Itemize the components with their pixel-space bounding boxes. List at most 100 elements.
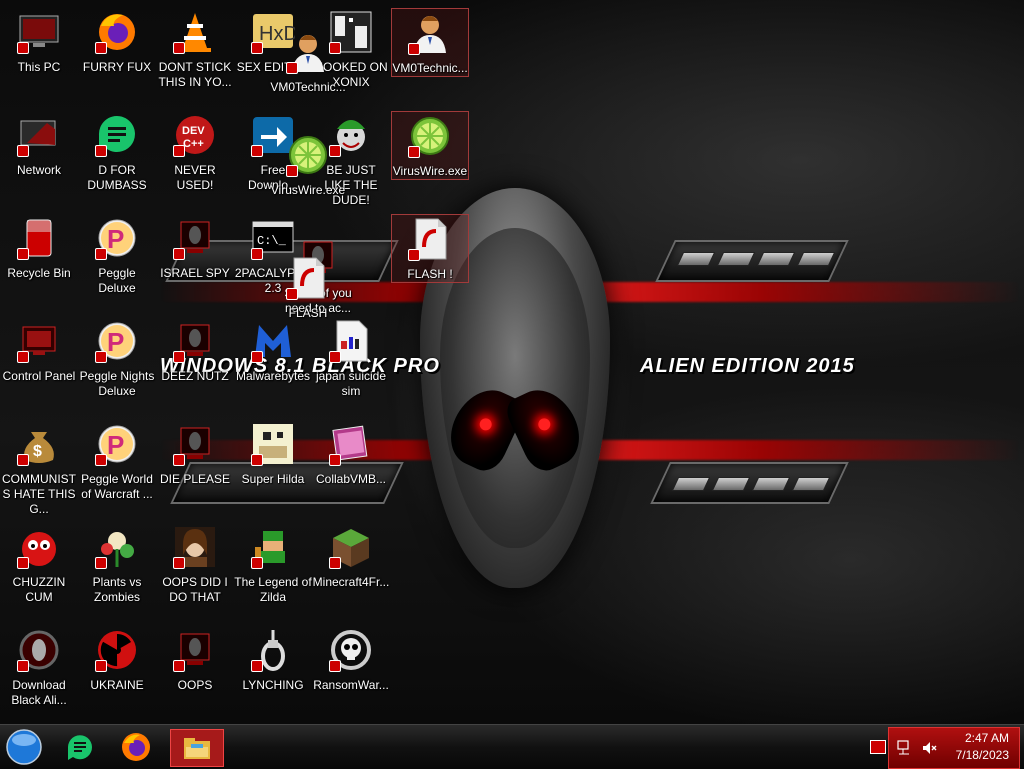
desktop-icon-network[interactable]: Network bbox=[1, 111, 77, 178]
peggle-icon: P bbox=[93, 420, 141, 468]
shortcut-arrow-icon bbox=[95, 351, 107, 363]
desktop-icon-super-hilda[interactable]: Super Hilda bbox=[235, 420, 311, 487]
shortcut-arrow-icon bbox=[251, 248, 263, 260]
desktop-icon-d-for-dumbass[interactable]: D FOR DUMBASS bbox=[79, 111, 155, 193]
svg-text:P: P bbox=[107, 327, 124, 357]
desktop-icon-label: Peggle Nights Deluxe bbox=[79, 369, 155, 398]
wallpaper-slots bbox=[671, 477, 831, 491]
network-icon[interactable] bbox=[897, 740, 913, 756]
svg-text:P: P bbox=[107, 430, 124, 460]
desktop-icon-label: ISRAEL SPY bbox=[160, 266, 230, 280]
peggle-icon: P bbox=[93, 317, 141, 365]
shortcut-arrow-icon bbox=[251, 145, 263, 157]
clock[interactable]: 2:47 AM 7/18/2023 bbox=[956, 730, 1009, 764]
desktop-icon-communists-hate-this-g[interactable]: $ COMMUNISTS HATE THIS G... bbox=[1, 420, 77, 517]
desktop-icon-recycle-bin[interactable]: Recycle Bin bbox=[1, 214, 77, 281]
desktop-icon-dont-stick-this-in-yo[interactable]: DONT STICK THIS IN YO... bbox=[157, 8, 233, 90]
doctor-avatar-icon bbox=[406, 9, 454, 57]
desktop-icon-die-please[interactable]: DIE PLEASE bbox=[157, 420, 233, 487]
start-button[interactable] bbox=[4, 729, 44, 765]
taskbar-explorer-button[interactable] bbox=[170, 729, 224, 767]
desktop-icon-never-used[interactable]: DEV C++ NEVER USED! bbox=[157, 111, 233, 193]
desktop-icon-plants-vs-zombies[interactable]: Plants vs Zombies bbox=[79, 523, 155, 605]
desktop-icon-label: Peggle Deluxe bbox=[98, 266, 136, 295]
shortcut-arrow-icon bbox=[251, 42, 263, 54]
folder-icon bbox=[184, 738, 210, 759]
shortcut-arrow-icon bbox=[17, 660, 29, 672]
desktop: WINDOWS 8.1 BLACK PRO ALIEN EDITION 2015… bbox=[0, 0, 1024, 724]
desktop-icon-label: japan suicide sim bbox=[315, 369, 387, 398]
desktop-icon-japan-suicide-sim[interactable]: japan suicide sim bbox=[313, 317, 389, 399]
clock-date: 7/18/2023 bbox=[955, 748, 1009, 762]
shortcut-arrow-icon bbox=[95, 145, 107, 157]
desktop-icon-label: Malwarebytes bbox=[235, 369, 311, 383]
lime-icon bbox=[406, 112, 454, 160]
desktop-icon-control-panel[interactable]: Control Panel bbox=[1, 317, 77, 384]
svg-text:DEV: DEV bbox=[182, 125, 205, 137]
shortcut-arrow-icon bbox=[408, 249, 420, 261]
shortcut-arrow-icon bbox=[286, 165, 298, 177]
shortcut-arrow-icon bbox=[329, 351, 341, 363]
chuzzle-icon bbox=[15, 523, 63, 571]
shortcut-arrow-icon bbox=[173, 145, 185, 157]
desktop-icon-flash[interactable]: FLASH bbox=[270, 254, 346, 321]
shortcut-arrow-icon bbox=[17, 557, 29, 569]
desktop-icon-peggle-nights-deluxe[interactable]: P Peggle Nights Deluxe bbox=[79, 317, 155, 399]
desktop-icon-download-black-ali[interactable]: Download Black Ali... bbox=[1, 626, 77, 708]
desktop-icon-label: D FOR DUMBASS bbox=[87, 163, 147, 192]
grass-block-icon bbox=[327, 523, 375, 571]
shortcut-arrow-icon bbox=[17, 145, 29, 157]
desktop-icon-viruswire-exe[interactable]: VirusWire.exe bbox=[270, 131, 346, 198]
desktop-icon-chuzzin-cum[interactable]: CHUZZIN CUM bbox=[1, 523, 77, 605]
desktop-icon-vm0technic[interactable]: VM0Technic... bbox=[270, 28, 346, 95]
desktop-icon-label: Control Panel bbox=[2, 369, 76, 383]
desktop-icon-ukraine[interactable]: UKRAINE bbox=[79, 626, 155, 693]
desktop-icon-lynching[interactable]: LYNCHING bbox=[235, 626, 311, 693]
desktop-icon-label: DEEZ NUTZ bbox=[161, 369, 229, 383]
desktop-icon-malwarebytes[interactable]: Malwarebytes bbox=[235, 317, 311, 384]
alien-monitor-icon bbox=[171, 317, 219, 365]
desktop-icon-label: DIE PLEASE bbox=[159, 472, 231, 486]
desktop-icon-label: Peggle World of Warcraft ... bbox=[81, 472, 153, 501]
desktop-icon-label: NEVER USED! bbox=[174, 163, 216, 192]
zelda-sprite-icon bbox=[249, 523, 297, 571]
desktop-icon-vm0technic[interactable]: VM0Technic... bbox=[391, 8, 469, 77]
desktop-icon-peggle-deluxe[interactable]: P Peggle Deluxe bbox=[79, 214, 155, 296]
desktop-icon-israel-spy[interactable]: ISRAEL SPY bbox=[157, 214, 233, 281]
desktop-icon-oops[interactable]: OOPS bbox=[157, 626, 233, 693]
desktop-icon-label: Recycle Bin bbox=[7, 266, 71, 280]
desktop-icon-ransomwar[interactable]: RansomWar... bbox=[313, 626, 389, 693]
desktop-icon-label: The Legend of Zilda bbox=[234, 575, 312, 604]
desktop-icon-minecraft4fr[interactable]: Minecraft4Fr... bbox=[313, 523, 389, 590]
flash-file-icon bbox=[406, 215, 454, 263]
shortcut-arrow-icon bbox=[173, 557, 185, 569]
tray-flag-icon[interactable] bbox=[870, 740, 886, 754]
alien-monitor-icon bbox=[171, 214, 219, 262]
desktop-icon-this-pc[interactable]: This PC bbox=[1, 8, 77, 75]
desktop-icon-furry-fux[interactable]: FURRY FUX bbox=[79, 8, 155, 75]
taskbar-firefox-button[interactable] bbox=[116, 729, 156, 765]
desktop-icon-oops-did-i-do-that[interactable]: OOPS DID I DO THAT bbox=[157, 523, 233, 605]
desktop-icon-label: FLASH ! bbox=[407, 267, 453, 281]
desktop-icon-peggle-world-of-warcraft[interactable]: P Peggle World of Warcraft ... bbox=[79, 420, 155, 502]
shortcut-arrow-icon bbox=[286, 62, 298, 74]
desktop-icon-label: Network bbox=[16, 163, 61, 177]
shortcut-arrow-icon bbox=[251, 660, 263, 672]
alien-orb-icon bbox=[15, 626, 63, 674]
taskbar: 2:47 AM 7/18/2023 bbox=[0, 724, 1024, 769]
dev-cpp-icon: DEV C++ bbox=[171, 111, 219, 159]
shortcut-arrow-icon bbox=[173, 42, 185, 54]
network-icon bbox=[15, 111, 63, 159]
taskbar-chat-button[interactable] bbox=[60, 729, 100, 765]
recycle-bin-icon bbox=[15, 214, 63, 262]
desktop-icon-viruswire-exe[interactable]: VirusWire.exe bbox=[391, 111, 469, 180]
desktop-icon-deez-nutz[interactable]: DEEZ NUTZ bbox=[157, 317, 233, 384]
desktop-icon-flash[interactable]: FLASH ! bbox=[391, 214, 469, 283]
desktop-icon-collabvmb[interactable]: CollabVMB... bbox=[313, 420, 389, 487]
desktop-icon-label: LYNCHING bbox=[242, 678, 304, 692]
shortcut-arrow-icon bbox=[17, 42, 29, 54]
volume-muted-icon[interactable] bbox=[921, 740, 937, 756]
chat-app-icon bbox=[93, 111, 141, 159]
desktop-icon-the-legend-of-zilda[interactable]: The Legend of Zilda bbox=[234, 523, 312, 605]
svg-text:C++: C++ bbox=[183, 138, 204, 150]
